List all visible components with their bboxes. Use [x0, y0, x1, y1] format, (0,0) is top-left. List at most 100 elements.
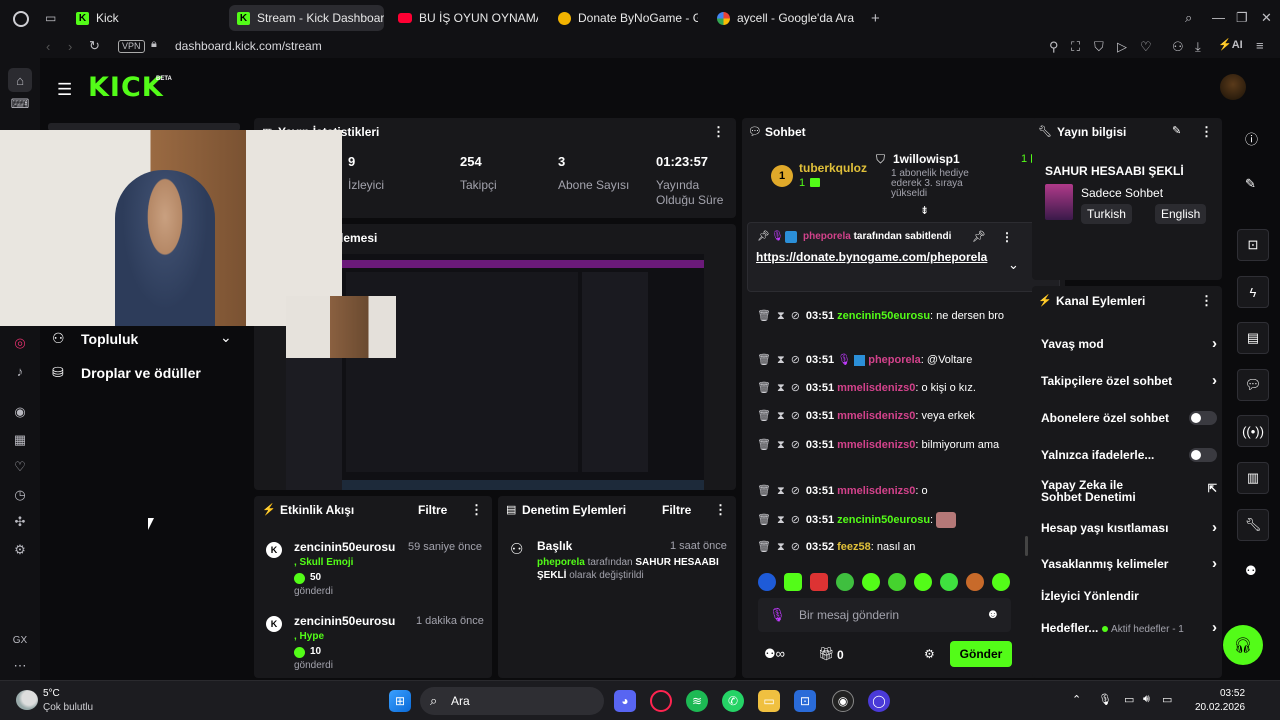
- browser-tab-donate[interactable]: Donate ByNoGame - Gele: [550, 5, 698, 31]
- ban-icon[interactable]: ⊘: [791, 439, 800, 451]
- tag[interactable]: English: [1155, 204, 1207, 224]
- trash-icon[interactable]: 🗑︎: [757, 382, 771, 394]
- kebab-icon[interactable]: ⋮: [470, 502, 483, 518]
- forward-icon[interactable]: ›: [68, 40, 72, 53]
- toggle-switch[interactable]: [1189, 411, 1217, 425]
- tag[interactable]: Turkish: [1081, 204, 1132, 224]
- timeout-icon[interactable]: ⧗: [777, 485, 785, 497]
- weather-icon[interactable]: [16, 690, 38, 710]
- camera-icon[interactable]: ⊡: [1237, 229, 1269, 261]
- leaderboard-user[interactable]: 1willowisp1: [893, 152, 960, 166]
- emote-icon[interactable]: [940, 573, 958, 591]
- download-icon[interactable]: ⤓: [1195, 40, 1201, 53]
- action-banned-words[interactable]: Yasaklanmış kelimeler ›: [1041, 555, 1217, 572]
- browser-tab-google[interactable]: aycell - Google'da Ara: [709, 5, 859, 31]
- activity-filter-button[interactable]: Filtre: [418, 503, 447, 517]
- tools-icon[interactable]: 🔧︎: [1237, 509, 1269, 541]
- action-followers-only[interactable]: Takipçilere özel sohbet ›: [1041, 372, 1217, 389]
- kebab-icon[interactable]: ⋮: [1001, 230, 1013, 244]
- ban-icon[interactable]: ⊘: [791, 310, 800, 322]
- emote-icon[interactable]: [836, 573, 854, 591]
- ai-button[interactable]: ⚡AI: [1218, 40, 1243, 51]
- points-icon[interactable]: ⚉∞: [764, 646, 785, 662]
- reload-icon[interactable]: ↻: [89, 39, 100, 52]
- chat-settings-icon[interactable]: ⚙: [924, 647, 935, 661]
- layout-icon[interactable]: ▥: [1237, 462, 1269, 494]
- kebab-icon[interactable]: ⋮: [1200, 293, 1213, 309]
- back-icon[interactable]: ‹: [46, 40, 50, 53]
- player-icon[interactable]: ◉: [12, 404, 28, 420]
- trash-icon[interactable]: 🗑︎: [757, 541, 771, 553]
- support-button[interactable]: 🎧︎: [1223, 625, 1263, 665]
- timeout-icon[interactable]: ⧗: [777, 382, 785, 394]
- shield-icon[interactable]: ⛉: [1094, 40, 1104, 53]
- gift-icon[interactable]: 🎁︎: [818, 646, 835, 662]
- whatsapp-icon[interactable]: ✆: [722, 690, 744, 712]
- pinned-link[interactable]: https://donate.bynogame.com/pheporela: [756, 249, 988, 266]
- opera-gx-icon[interactable]: [650, 690, 672, 712]
- emote-icon[interactable]: [758, 573, 776, 591]
- heart-icon[interactable]: ♡: [12, 459, 28, 475]
- kebab-icon[interactable]: ⋮: [1200, 124, 1213, 140]
- sidebar-item-drops[interactable]: ⛁ Droplar ve ödüller: [52, 364, 237, 384]
- history-icon[interactable]: ◷: [12, 487, 28, 503]
- emote-icon[interactable]: [992, 573, 1010, 591]
- action-ai-moderation[interactable]: Yapay Zeka ile Sohbet Denetimi ⇱: [1041, 479, 1217, 503]
- emote-icon[interactable]: [784, 573, 802, 591]
- trash-icon[interactable]: 🗑︎: [757, 485, 771, 497]
- new-tab-button[interactable]: +: [871, 11, 880, 26]
- send-button[interactable]: Gönder: [950, 641, 1012, 667]
- emote-icon[interactable]: [966, 573, 984, 591]
- emote-icon[interactable]: [888, 573, 906, 591]
- extensions-icon[interactable]: ✣: [12, 514, 28, 530]
- timeout-icon[interactable]: ⧗: [777, 354, 785, 366]
- ban-icon[interactable]: ⊘: [791, 382, 800, 394]
- obs-icon[interactable]: ◉: [832, 690, 854, 712]
- restore-icon[interactable]: ❐: [1236, 11, 1248, 24]
- avatar[interactable]: [1220, 74, 1246, 100]
- hamburger-icon[interactable]: ☰: [57, 80, 72, 100]
- minimize-icon[interactable]: —: [1212, 11, 1225, 24]
- moderation-filter-button[interactable]: Filtre: [662, 503, 691, 517]
- store-icon[interactable]: ⊡: [794, 690, 816, 712]
- tiktok-icon[interactable]: ♪: [12, 363, 28, 379]
- emote-icon[interactable]: [810, 573, 828, 591]
- start-button[interactable]: ⊞: [389, 690, 411, 712]
- trash-icon[interactable]: 🗑︎: [757, 410, 771, 422]
- settings-icon[interactable]: ⚙: [12, 542, 28, 558]
- ban-icon[interactable]: ⊘: [791, 410, 800, 422]
- vpn-badge[interactable]: VPN: [118, 40, 145, 53]
- broadcast-icon[interactable]: ((•)): [1237, 415, 1269, 447]
- chat-bubble-icon[interactable]: 💬︎: [1237, 369, 1269, 401]
- chat-scrollbar[interactable]: [1025, 536, 1028, 556]
- file-explorer-icon[interactable]: ▭: [758, 690, 780, 712]
- browser-tab-dashboard[interactable]: K Stream - Kick Dashboard: [229, 5, 384, 31]
- trash-icon[interactable]: 🗑︎: [757, 354, 771, 366]
- timeout-icon[interactable]: ⧗: [777, 310, 785, 322]
- volume-icon[interactable]: 🔊︎: [1143, 693, 1150, 706]
- more-icon[interactable]: ⋯: [12, 658, 28, 674]
- timeout-icon[interactable]: ⧗: [777, 410, 785, 422]
- ban-icon[interactable]: ⊘: [791, 485, 800, 497]
- browser-tab-kick[interactable]: K Kick: [68, 5, 218, 31]
- emote-icon[interactable]: [914, 573, 932, 591]
- close-icon[interactable]: ✕: [1261, 11, 1272, 24]
- action-slow-mode[interactable]: Yavaş mod ›: [1041, 335, 1217, 352]
- kick-logo[interactable]: KICK: [88, 72, 164, 103]
- taskbar-search[interactable]: ⌕ Ara: [420, 687, 604, 715]
- apps-icon[interactable]: ▦: [12, 432, 28, 448]
- timeout-icon[interactable]: ⧗: [777, 514, 785, 526]
- leaderboard-user[interactable]: tuberkquloz: [799, 161, 867, 175]
- toggle-switch[interactable]: [1189, 448, 1217, 462]
- stream-preview-video[interactable]: [286, 254, 704, 490]
- profile-icon[interactable]: ⚇: [1172, 40, 1184, 53]
- browser-tab-youtube[interactable]: BU İŞ OYUN OYNAMAYA B: [390, 5, 538, 31]
- tab-manager-icon[interactable]: ▭: [45, 12, 56, 24]
- trash-icon[interactable]: 🗑︎: [757, 439, 771, 451]
- bookmark-icon[interactable]: ♡: [1140, 40, 1152, 53]
- activity-user[interactable]: zencinin50eurosu: [294, 614, 395, 628]
- notes-icon[interactable]: ▤: [1237, 322, 1269, 354]
- chat-input-box[interactable]: 🎙︎ Bir mesaj gönderin ☻: [758, 598, 1011, 632]
- sidebar-item-community[interactable]: ⚇ Topluluk ⌄: [52, 329, 237, 350]
- kebab-icon[interactable]: ⋮: [712, 124, 725, 140]
